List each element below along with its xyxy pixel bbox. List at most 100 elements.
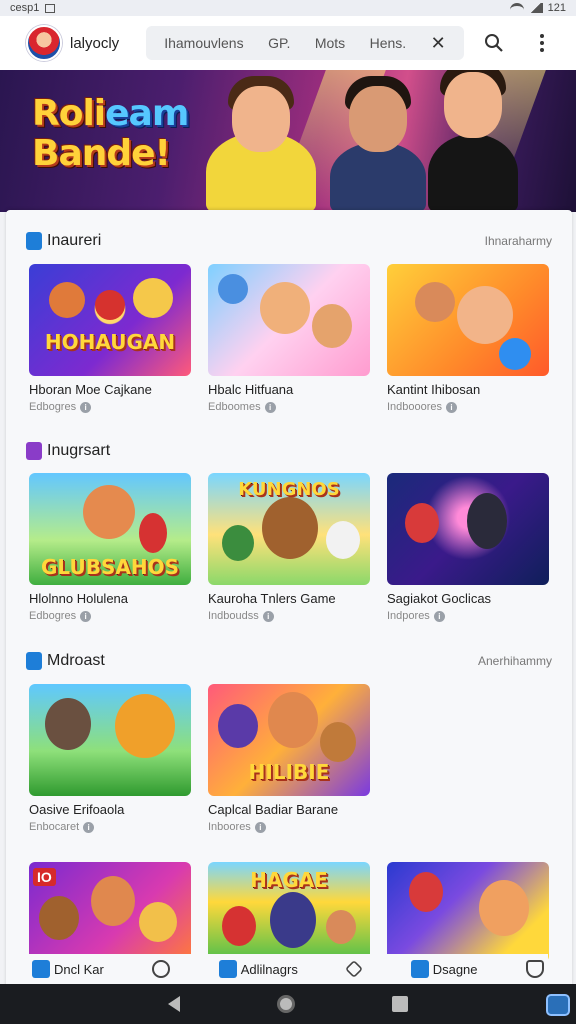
section-header: Mdroast Anerhihammy [26, 650, 552, 672]
game-meta: Indpores i [387, 610, 445, 622]
game-tile[interactable] [208, 264, 370, 376]
game-meta-text: Indboudss [208, 610, 259, 622]
game-logo-text: HILIBIE [248, 760, 330, 784]
game-title[interactable]: Hbalc Hitfuana [208, 382, 378, 397]
game-tile[interactable]: IO [29, 862, 191, 962]
nav-item-2[interactable]: Mots [315, 35, 345, 51]
signal-icon [528, 3, 543, 13]
game-meta: Edboomes i [208, 401, 276, 413]
tab-label: Dncl Kar [54, 961, 104, 977]
game-title[interactable]: Kauroha Tnlers Game [208, 591, 378, 606]
game-title[interactable]: Caplcal Badiar Barane [208, 802, 378, 817]
section-title: Inaureri [47, 232, 102, 249]
game-meta: Indboudss i [208, 610, 274, 622]
system-nav-bar [0, 984, 576, 1024]
tab-circle[interactable] [152, 960, 171, 978]
app-bar: lalyocly Ihamouvlens GP. Mots Hens. ✕ [0, 16, 576, 70]
hero-character [206, 76, 316, 212]
hero-title: Rolieam Bande! [32, 93, 189, 174]
more-menu-icon[interactable] [532, 29, 552, 57]
tab-shield[interactable] [525, 960, 544, 978]
game-meta-text: Inboores [208, 821, 251, 833]
back-icon[interactable] [168, 996, 181, 1012]
info-icon[interactable]: i [262, 610, 274, 622]
section-icon [26, 442, 42, 460]
game-title[interactable]: Sagiakot Goclicas [387, 591, 557, 606]
game-title[interactable]: Kantint Ihibosan [387, 382, 557, 397]
info-icon[interactable]: i [80, 401, 92, 413]
game-meta: Edbogres i [29, 401, 92, 413]
game-title[interactable]: Oasive Erifoaola [29, 802, 199, 817]
chat-icon [410, 960, 429, 978]
circle-icon [152, 960, 171, 978]
tab-categories[interactable]: Adlilnagrs [218, 960, 298, 978]
game-meta-text: Indpores [387, 610, 430, 622]
search-button[interactable] [480, 29, 508, 57]
hero-title-line2: Bande! [32, 133, 171, 174]
nav-item-1[interactable]: GP. [268, 35, 290, 51]
hero-banner[interactable]: Rolieam Bande! [0, 70, 576, 212]
game-tile[interactable] [29, 684, 191, 796]
section-title: Mdroast [47, 652, 105, 669]
game-meta: Inboores i [208, 821, 266, 833]
game-logo-text: KUNGNOS [238, 479, 340, 500]
info-icon[interactable]: i [254, 821, 266, 833]
game-tile[interactable] [387, 473, 549, 585]
game-tile[interactable] [387, 264, 549, 376]
section-header: Inugrsart [26, 440, 552, 462]
info-icon[interactable]: i [83, 821, 95, 833]
game-title[interactable]: Hlolnno Holulena [29, 591, 199, 606]
nav-item-3[interactable]: Hens. [370, 35, 407, 51]
info-icon[interactable]: i [264, 401, 276, 413]
info-icon[interactable]: i [446, 401, 458, 413]
tab-label: Adlilnagrs [240, 961, 298, 977]
tab-label: Dsagne [432, 961, 478, 977]
app-logo[interactable] [26, 25, 62, 61]
hero-character [428, 70, 518, 212]
status-carrier: cesp1 [10, 2, 40, 14]
game-badge: IO [33, 868, 56, 886]
close-icon[interactable]: ✕ [431, 33, 446, 54]
game-tile[interactable] [387, 862, 549, 962]
game-meta-text: Edbogres [29, 610, 77, 622]
game-meta-text: Indbooores [387, 401, 443, 413]
search-icon [485, 34, 503, 52]
section-icon [26, 652, 42, 670]
status-bar: cesp1 121 [0, 0, 576, 16]
home-icon[interactable] [276, 995, 295, 1013]
game-meta-text: Edboomes [208, 401, 261, 413]
tab-home[interactable]: Dncl Kar [32, 960, 104, 978]
game-logo-text: HAGAE [250, 868, 328, 892]
section-see-all-link[interactable]: Ihnaraharmy [485, 234, 552, 248]
hero-title-line1a: Roli [32, 93, 106, 134]
app-name: lalyocly [70, 34, 120, 52]
app-switcher-icon[interactable] [546, 994, 570, 1016]
game-logo-text: GLUBSAHOS [41, 555, 179, 579]
game-tile[interactable]: HOHAUGAN [29, 264, 191, 376]
section-icon [26, 232, 42, 250]
nav-item-0[interactable]: Ihamouvlens [164, 35, 243, 51]
shield-icon [525, 960, 544, 978]
game-tile[interactable]: KUNGNOS [208, 473, 370, 585]
section-see-all-link[interactable]: Anerhihammy [478, 654, 552, 668]
game-title[interactable]: Hboran Moe Cajkane [29, 382, 199, 397]
info-icon[interactable]: i [80, 610, 92, 622]
bottom-tab-bar: Dncl Kar Adlilnagrs Dsagne [28, 954, 548, 984]
game-meta-text: Edbogres [29, 401, 77, 413]
hero-character [330, 76, 426, 212]
game-tile[interactable]: HAGAE [208, 862, 370, 962]
section-title: Inugrsart [47, 442, 111, 459]
wifi-icon [509, 3, 524, 13]
section-header: Inaureri Ihnaraharmy [26, 230, 552, 252]
content-card: Inaureri Ihnaraharmy HOHAUGAN Hboran Moe… [6, 210, 572, 990]
grid-icon [218, 960, 237, 978]
recent-apps-icon[interactable] [391, 996, 408, 1012]
game-tile[interactable]: GLUBSAHOS [29, 473, 191, 585]
tab-hex[interactable] [345, 959, 364, 979]
game-tile[interactable]: HILIBIE [208, 684, 370, 796]
tab-chat[interactable]: Dsagne [410, 960, 478, 978]
hero-title-line1b: eam [105, 93, 189, 134]
hex-icon [345, 959, 364, 979]
game-meta: Edbogres i [29, 610, 92, 622]
info-icon[interactable]: i [433, 610, 445, 622]
